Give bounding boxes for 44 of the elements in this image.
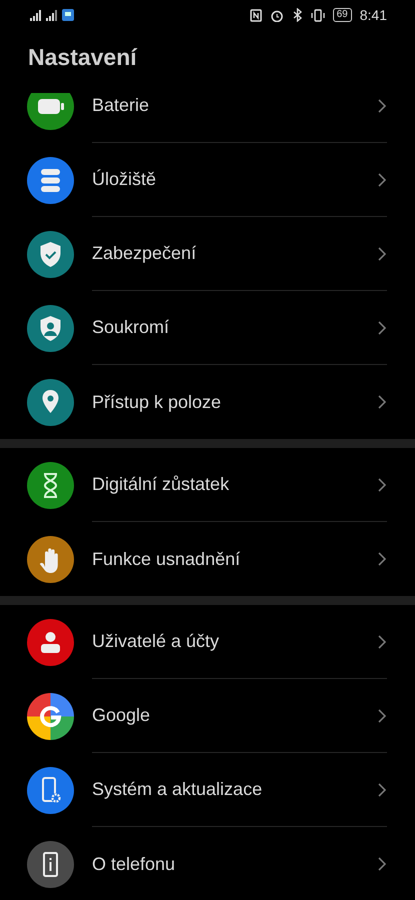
item-label: Digitální zůstatek [92,473,230,496]
item-label: Zabezpečení [92,242,196,265]
nfc-icon [250,8,262,22]
chevron-right-icon [377,320,387,336]
chevron-right-icon [377,708,387,724]
google-icon [27,692,74,740]
item-label: Systém a aktualizace [92,778,262,801]
settings-item[interactable]: Funkce usnadnění [0,522,415,596]
item-label: Google [92,704,150,727]
settings-item[interactable]: Úložiště [0,143,415,217]
signal-icon [30,9,42,21]
settings-item[interactable]: Přístup k poloze [0,365,415,439]
item-label: Přístup k poloze [92,390,222,414]
chevron-right-icon [377,98,387,114]
vibrate-icon [310,8,325,22]
chevron-right-icon [377,634,387,650]
chevron-right-icon [377,782,387,798]
settings-item[interactable]: Baterie [0,93,415,143]
battery-indicator: 69 [332,8,352,22]
signal-icon [46,9,58,21]
item-label: Baterie [92,94,150,117]
item-label: Soukromí [92,316,170,339]
settings-item[interactable]: Digitální zůstatek [0,448,415,522]
settings-item[interactable]: Soukromí [0,291,415,365]
item-label: Úložiště [92,168,156,191]
chevron-right-icon [377,856,387,872]
settings-item[interactable]: Google [0,679,415,753]
alarm-icon [270,8,284,22]
item-label: O telefonu [92,852,176,876]
settings-item[interactable]: Zabezpečení [0,217,415,291]
chevron-right-icon [377,394,387,410]
bluetooth-icon [292,8,303,22]
clock-time: 8:41 [360,6,387,24]
item-label: Uživatelé a účty [92,630,220,653]
app-icon [62,9,74,21]
item-label: Funkce usnadnění [92,548,240,570]
settings-item[interactable]: Systém a aktualizace [0,753,415,827]
page-title: Nastavení [28,43,137,72]
chevron-right-icon [377,551,387,567]
chevron-right-icon [377,246,387,262]
settings-item[interactable]: Uživatelé a účty [0,605,415,679]
settings-item[interactable]: O telefonu [0,827,415,900]
chevron-right-icon [377,172,387,188]
chevron-right-icon [377,476,387,492]
